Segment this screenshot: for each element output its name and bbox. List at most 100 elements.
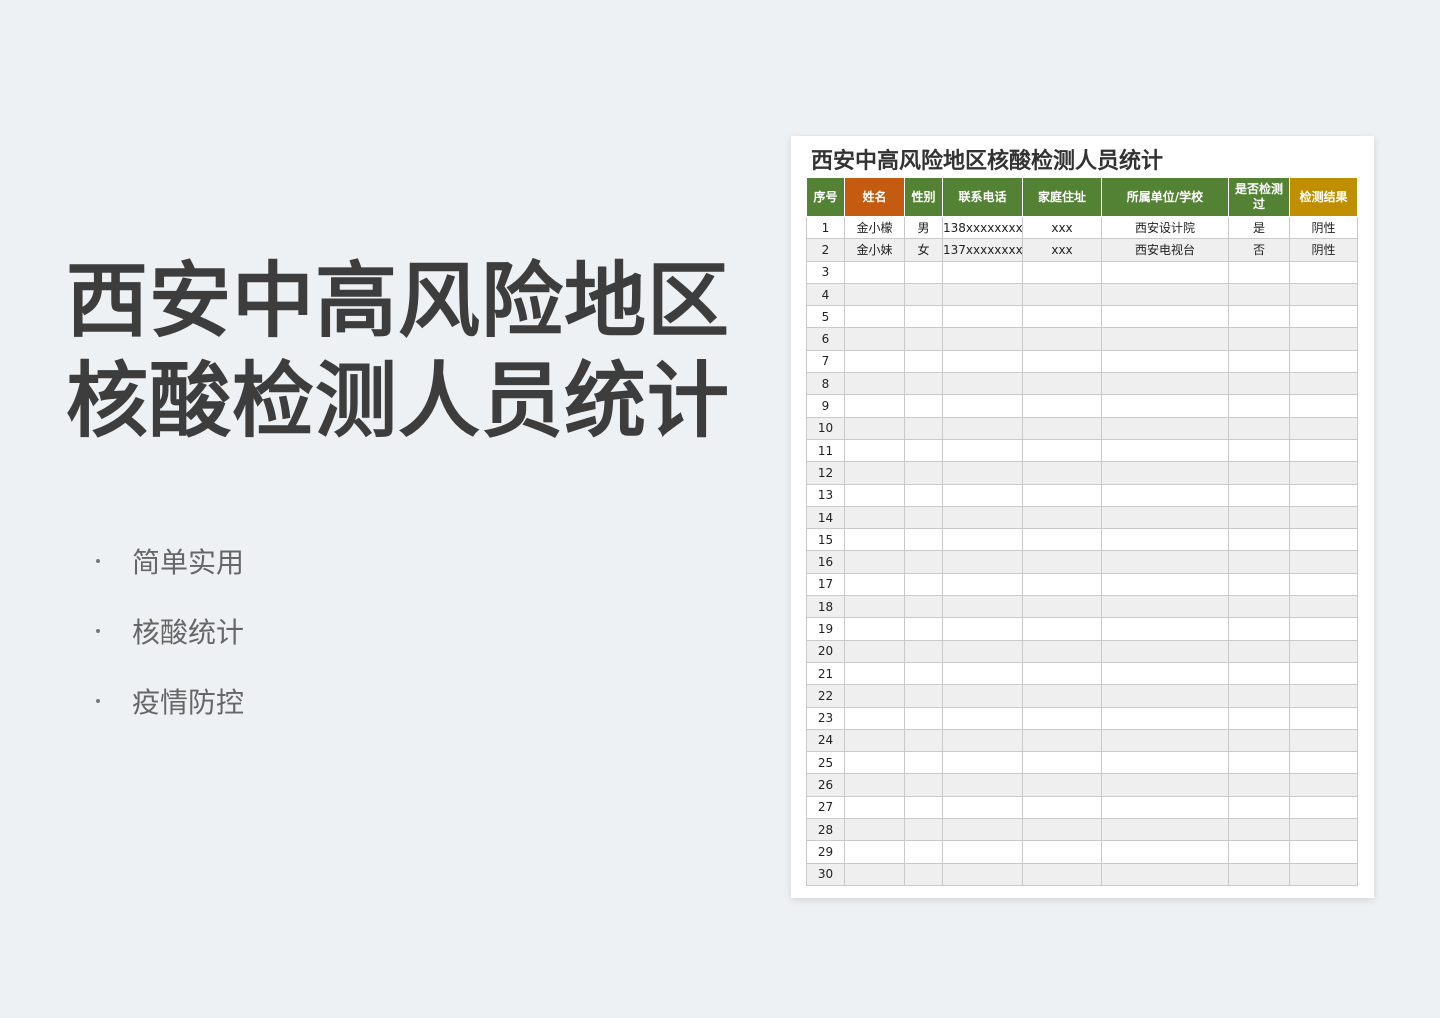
cell-index[interactable]: 24 [806, 728, 845, 753]
cell-result[interactable] [1289, 483, 1358, 507]
cell-gender[interactable] [904, 572, 943, 597]
cell-address[interactable] [1022, 327, 1102, 351]
cell-index[interactable]: 23 [806, 706, 845, 730]
cell-tested[interactable] [1228, 862, 1290, 886]
cell-name[interactable] [844, 394, 905, 418]
cell-phone[interactable] [942, 661, 1023, 686]
cell-index[interactable]: 8 [806, 372, 845, 396]
cell-organization[interactable] [1101, 773, 1229, 797]
cell-index[interactable]: 29 [806, 840, 845, 864]
cell-result[interactable] [1289, 550, 1358, 574]
cell-address[interactable] [1022, 282, 1102, 307]
cell-gender[interactable] [904, 260, 943, 284]
cell-organization[interactable] [1101, 550, 1229, 574]
cell-address[interactable] [1022, 528, 1102, 552]
cell-address[interactable] [1022, 260, 1102, 284]
cell-result[interactable]: 阴性 [1289, 215, 1358, 240]
cell-index[interactable]: 26 [806, 773, 845, 797]
cell-address[interactable] [1022, 550, 1102, 574]
cell-organization[interactable] [1101, 305, 1229, 329]
cell-gender[interactable]: 男 [904, 215, 943, 240]
cell-index[interactable]: 10 [806, 416, 845, 440]
cell-phone[interactable] [942, 617, 1023, 641]
cell-address[interactable] [1022, 684, 1102, 708]
cell-index[interactable]: 4 [806, 282, 845, 307]
cell-organization[interactable] [1101, 840, 1229, 864]
cell-phone[interactable] [942, 728, 1023, 753]
cell-address[interactable] [1022, 416, 1102, 440]
cell-phone[interactable] [942, 483, 1023, 507]
cell-tested[interactable] [1228, 751, 1290, 775]
cell-result[interactable] [1289, 684, 1358, 708]
cell-result[interactable] [1289, 706, 1358, 730]
cell-phone[interactable] [942, 260, 1023, 284]
cell-address[interactable] [1022, 639, 1102, 663]
cell-tested[interactable] [1228, 639, 1290, 663]
cell-name[interactable] [844, 528, 905, 552]
cell-name[interactable] [844, 461, 905, 485]
cell-address[interactable] [1022, 483, 1102, 507]
cell-gender[interactable] [904, 505, 943, 530]
cell-tested[interactable] [1228, 528, 1290, 552]
cell-tested[interactable] [1228, 572, 1290, 597]
cell-result[interactable] [1289, 661, 1358, 686]
cell-address[interactable] [1022, 751, 1102, 775]
cell-index[interactable]: 21 [806, 661, 845, 686]
cell-tested[interactable] [1228, 595, 1290, 619]
cell-gender[interactable] [904, 661, 943, 686]
cell-tested[interactable] [1228, 550, 1290, 574]
cell-organization[interactable] [1101, 795, 1229, 820]
cell-gender[interactable] [904, 438, 943, 463]
cell-phone[interactable] [942, 282, 1023, 307]
cell-tested[interactable] [1228, 706, 1290, 730]
cell-phone[interactable] [942, 572, 1023, 597]
cell-index[interactable]: 30 [806, 862, 845, 886]
cell-phone[interactable] [942, 550, 1023, 574]
cell-index[interactable]: 7 [806, 349, 845, 374]
cell-phone[interactable] [942, 438, 1023, 463]
cell-gender[interactable] [904, 372, 943, 396]
cell-organization[interactable] [1101, 372, 1229, 396]
cell-address[interactable]: xxx [1022, 215, 1102, 240]
cell-address[interactable] [1022, 372, 1102, 396]
cell-name[interactable] [844, 661, 905, 686]
cell-tested[interactable] [1228, 260, 1290, 284]
cell-phone[interactable] [942, 773, 1023, 797]
cell-tested[interactable] [1228, 728, 1290, 753]
cell-organization[interactable] [1101, 684, 1229, 708]
cell-organization[interactable] [1101, 706, 1229, 730]
cell-result[interactable] [1289, 728, 1358, 753]
cell-tested[interactable]: 否 [1228, 238, 1290, 262]
cell-organization[interactable] [1101, 728, 1229, 753]
cell-gender[interactable] [904, 751, 943, 775]
cell-name[interactable] [844, 550, 905, 574]
cell-gender[interactable] [904, 461, 943, 485]
cell-result[interactable] [1289, 505, 1358, 530]
cell-result[interactable] [1289, 818, 1358, 842]
cell-index[interactable]: 18 [806, 595, 845, 619]
cell-phone[interactable] [942, 818, 1023, 842]
cell-result[interactable] [1289, 349, 1358, 374]
cell-tested[interactable] [1228, 327, 1290, 351]
cell-tested[interactable] [1228, 305, 1290, 329]
cell-organization[interactable] [1101, 595, 1229, 619]
cell-index[interactable]: 25 [806, 751, 845, 775]
cell-name[interactable]: 金小妹 [844, 238, 905, 262]
cell-organization[interactable] [1101, 617, 1229, 641]
cell-name[interactable] [844, 795, 905, 820]
cell-organization[interactable] [1101, 327, 1229, 351]
cell-gender[interactable] [904, 617, 943, 641]
cell-address[interactable] [1022, 349, 1102, 374]
cell-index[interactable]: 11 [806, 438, 845, 463]
cell-name[interactable] [844, 282, 905, 307]
cell-gender[interactable] [904, 706, 943, 730]
cell-gender[interactable] [904, 818, 943, 842]
cell-index[interactable]: 14 [806, 505, 845, 530]
cell-tested[interactable] [1228, 617, 1290, 641]
cell-index[interactable]: 1 [806, 215, 845, 240]
cell-name[interactable] [844, 617, 905, 641]
cell-gender[interactable] [904, 795, 943, 820]
cell-organization[interactable] [1101, 572, 1229, 597]
cell-phone[interactable] [942, 394, 1023, 418]
cell-tested[interactable] [1228, 661, 1290, 686]
